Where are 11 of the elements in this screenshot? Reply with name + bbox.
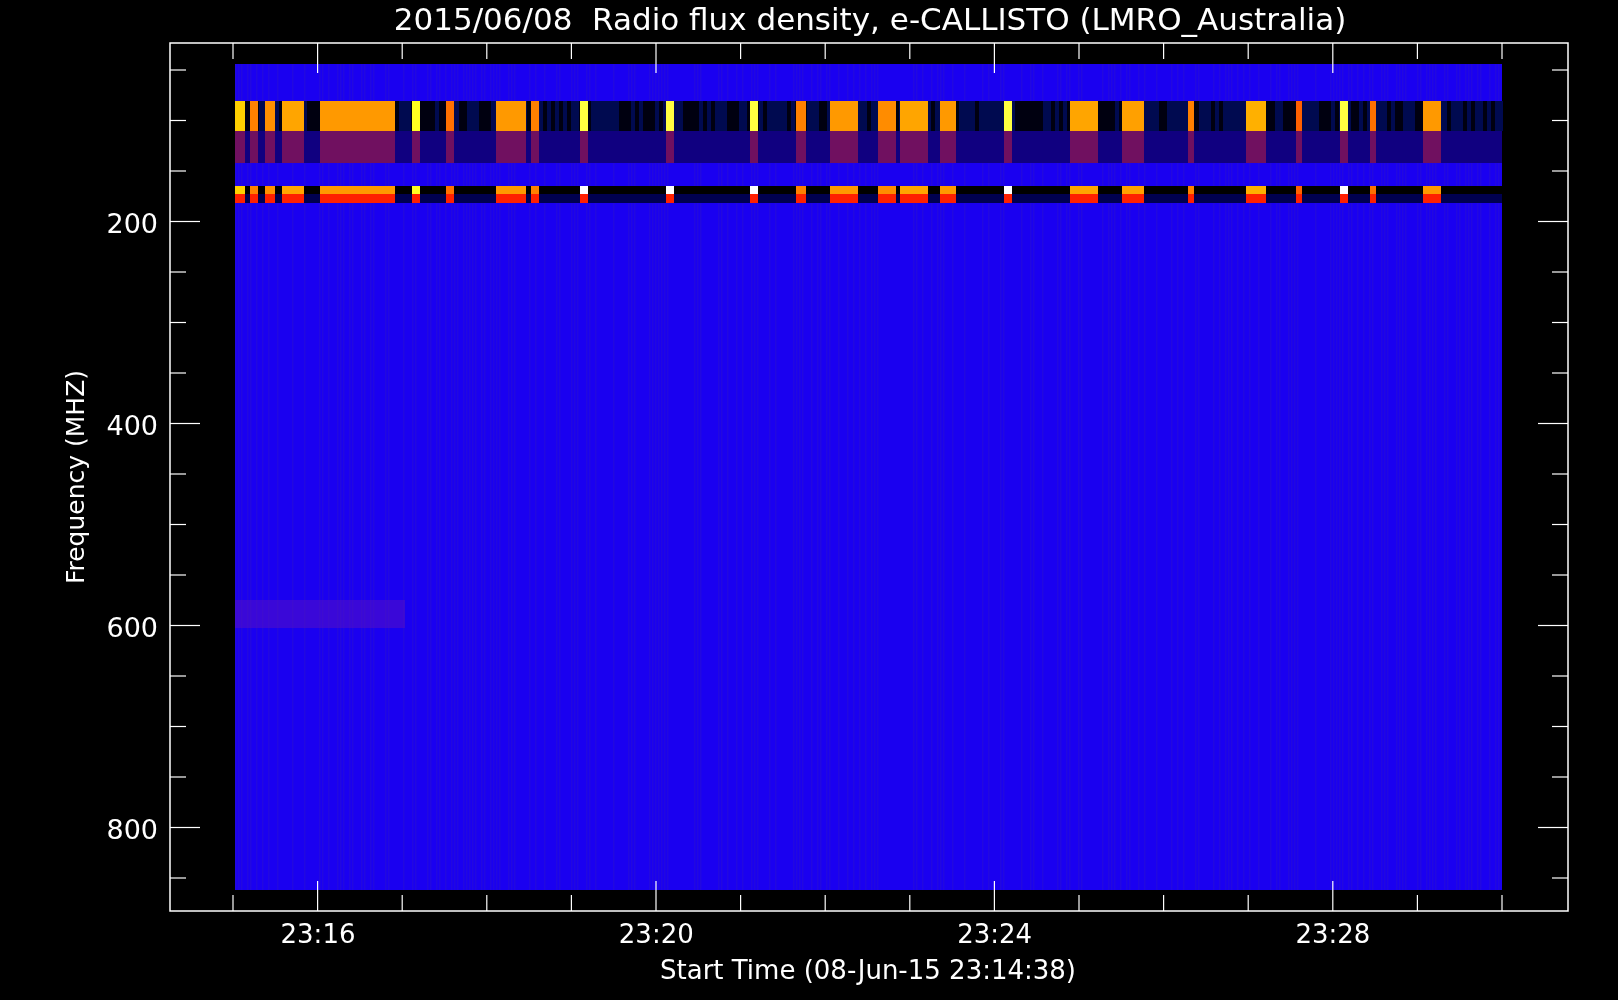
y-tick-label: 600 (106, 612, 158, 643)
x-axis-label: Start Time (08-Jun-15 23:14:38) (660, 955, 1076, 985)
x-tick-label: 23:20 (618, 919, 694, 949)
y-tick-label: 200 (106, 208, 158, 239)
chart-title: 2015/06/08 Radio flux density, e-CALLISTO (LMRO_Australia) (393, 1, 1347, 37)
y-axis-label: Frequency (MHZ) (61, 369, 90, 585)
x-tick-label: 23:28 (1295, 919, 1371, 949)
x-tick-label: 23:16 (280, 919, 356, 949)
y-tick-label: 800 (106, 814, 158, 845)
x-tick-label: 23:24 (957, 919, 1033, 949)
y-tick-label: 400 (106, 410, 158, 441)
